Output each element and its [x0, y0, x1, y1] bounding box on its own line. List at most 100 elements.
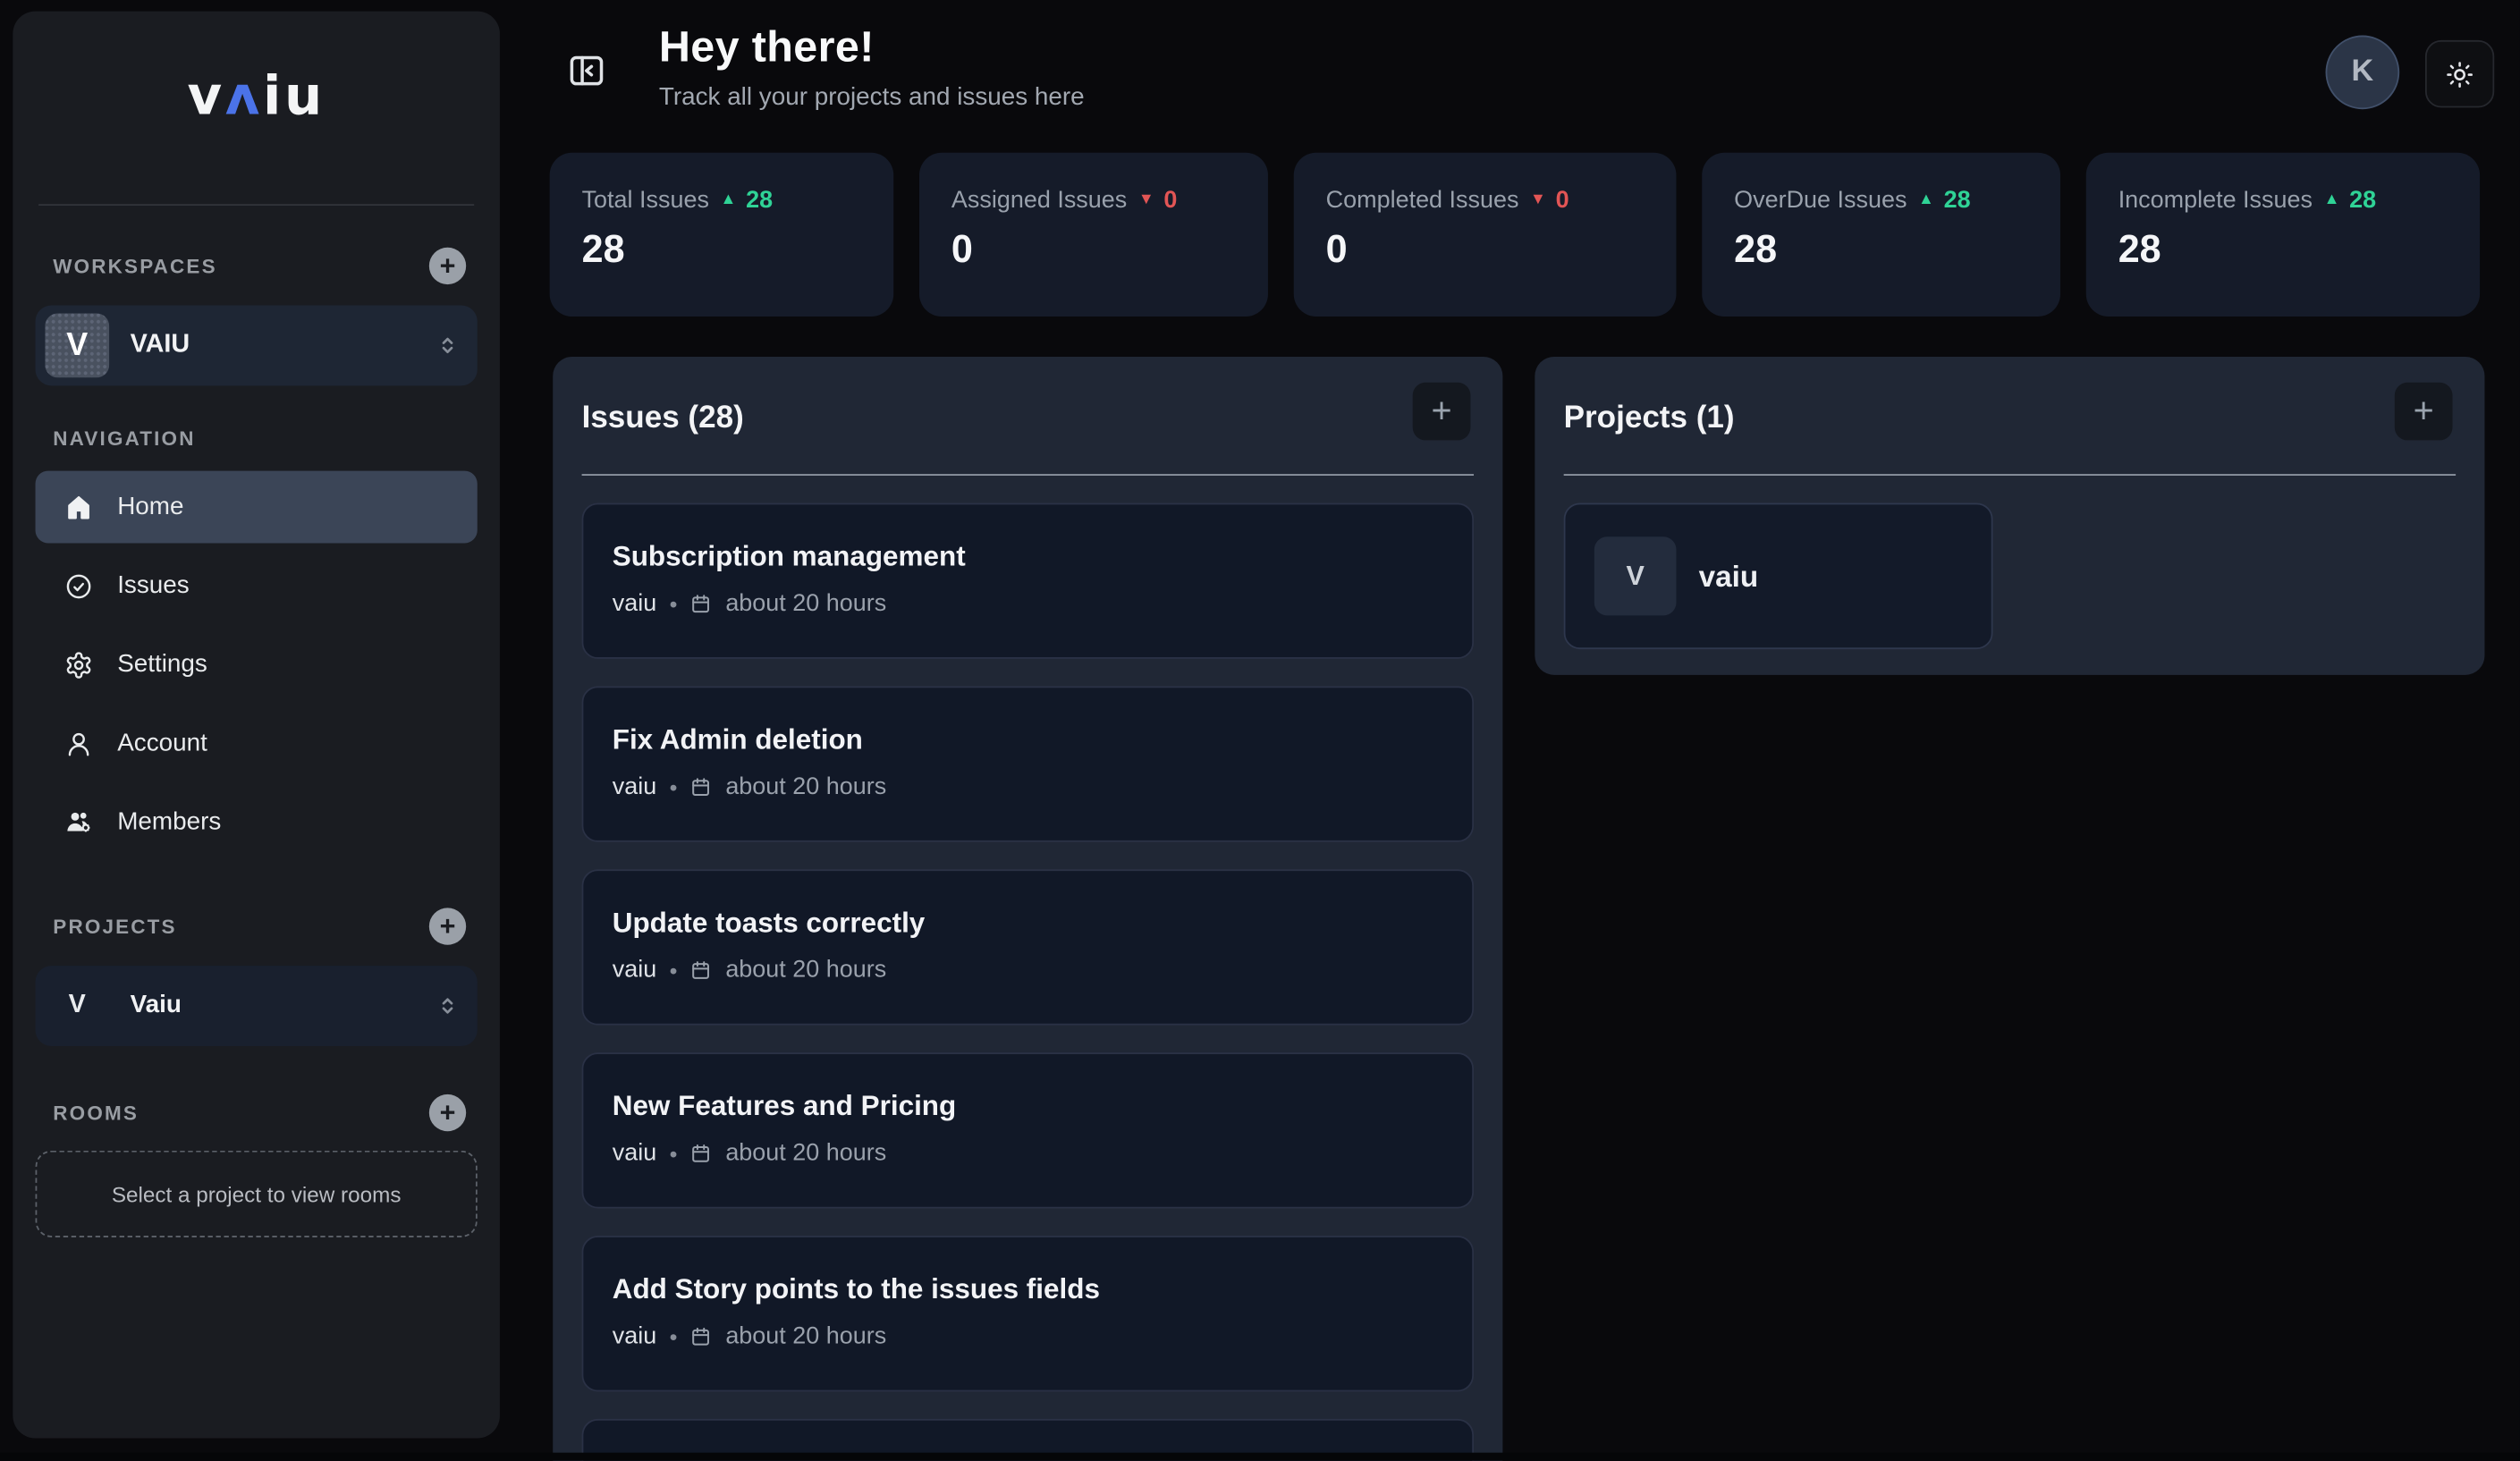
issue-project: vaiu [613, 590, 656, 618]
sidebar-item-account[interactable]: Account [36, 707, 478, 780]
sidebar-item-label: Issues [117, 571, 190, 600]
app: vʌiu WORKSPACES + V VAIU NAVIGATION Home [0, 0, 2520, 1461]
issue-card[interactable]: Fix Admin deletion vaiu•about 20 hours [582, 686, 1474, 841]
stats-row: Total Issues ▲28 28 Assigned Issues ▼0 0… [550, 153, 2480, 317]
panel-divider [1564, 474, 2456, 476]
issue-card[interactable]: Subscription management vaiu • about 20 ho… [582, 503, 1474, 659]
workspace-avatar: V [45, 313, 109, 377]
stat-card-incomplete-issues: Incomplete Issues ▲28 28 [2086, 153, 2480, 317]
brand-logo: vʌiu [13, 64, 500, 131]
project-card-name: vaiu [1699, 559, 1759, 595]
stat-card-overdue-issues: OverDue Issues ▲28 28 [1702, 153, 2060, 317]
stat-label: OverDue Issues [1734, 186, 1907, 214]
issue-card[interactable]: New Features and Pricing vaiu • about 20 h… [582, 1052, 1474, 1208]
stat-label: Completed Issues [1326, 186, 1519, 214]
add-issue-button[interactable]: + [1413, 383, 1471, 441]
sidebar: vʌiu WORKSPACES + V VAIU NAVIGATION Home [13, 12, 500, 1439]
issue-title: New Features and Pricing [613, 1089, 1441, 1123]
trend-up-icon: ▲ [2324, 191, 2340, 209]
stat-card-completed-issues: Completed Issues ▼0 0 [1294, 153, 1677, 317]
issue-project: vaiu [613, 773, 656, 800]
issue-time: about 20 hours [725, 956, 886, 984]
navigation-menu: Home Issues Settings Account [36, 471, 478, 858]
issues-panel: Issues (28) + Subscription management va… [553, 357, 1502, 1461]
rooms-empty-state: Select a project to view rooms [36, 1151, 478, 1237]
sidebar-divider [38, 204, 474, 206]
page-subtitle: Track all your projects and issues here [659, 83, 1085, 112]
stat-delta: 28 [2349, 186, 2376, 214]
logo-letter-v: v [188, 64, 225, 127]
stat-value: 28 [2118, 228, 2480, 273]
sidebar-toggle-button[interactable] [564, 48, 608, 92]
issue-time: about 20 hours [725, 590, 886, 618]
dot-separator: • [670, 1140, 678, 1166]
issue-project: vaiu [613, 1322, 656, 1350]
issue-title: Add Story points to the issues fields [613, 1272, 1441, 1306]
project-avatar: V [1594, 536, 1677, 615]
page-title: Hey there! [659, 22, 875, 72]
projects-panel: Projects (1) + V vaiu [1535, 357, 2484, 675]
projects-panel-title: Projects (1) [1564, 400, 1735, 436]
calendar-icon [690, 1142, 713, 1164]
navigation-label: NAVIGATION [53, 427, 195, 450]
calendar-icon [690, 1325, 713, 1347]
project-selector[interactable]: V Vaiu [36, 966, 478, 1046]
calendar-icon [690, 592, 713, 614]
issue-time: about 20 hours [725, 1139, 886, 1167]
issue-project: vaiu [613, 956, 656, 984]
users-gear-icon [64, 807, 93, 836]
add-project-button[interactable]: + [429, 908, 466, 944]
stat-label: Total Issues [582, 186, 709, 214]
workspace-selector[interactable]: V VAIU [36, 305, 478, 385]
dot-separator: • [670, 773, 678, 799]
sidebar-item-home[interactable]: Home [36, 471, 478, 544]
user-icon [64, 729, 93, 757]
panel-divider [582, 474, 1474, 476]
stat-card-assigned-issues: Assigned Issues ▼0 0 [919, 153, 1268, 317]
chevrons-up-down-icon [436, 991, 460, 1021]
stat-delta: 28 [746, 186, 773, 214]
stat-card-total-issues: Total Issues ▲ 28 28 [550, 153, 894, 317]
chevrons-up-down-icon [436, 330, 460, 360]
sidebar-item-issues[interactable]: Issues [36, 550, 478, 622]
stat-delta: 0 [1556, 186, 1569, 214]
sidebar-item-settings[interactable]: Settings [36, 629, 478, 701]
add-workspace-button[interactable]: + [429, 248, 466, 284]
stat-value: 28 [1734, 228, 2060, 273]
calendar-icon [690, 959, 713, 981]
add-project-panel-button[interactable]: + [2395, 383, 2453, 441]
user-avatar-button[interactable]: K [2326, 36, 2400, 110]
trend-down-icon: ▼ [1138, 191, 1154, 209]
rooms-label: ROOMS [53, 1102, 139, 1124]
add-room-button[interactable]: + [429, 1094, 466, 1131]
dot-separator: • [670, 957, 678, 983]
screen-bottom-edge [0, 1453, 2520, 1461]
issues-panel-title: Issues (28) [582, 400, 744, 436]
workspaces-label: WORKSPACES [53, 255, 216, 277]
issue-card[interactable]: Add Story points to the issues fields va… [582, 1236, 1474, 1391]
stat-delta: 28 [1944, 186, 1971, 214]
dot-separator: • [670, 590, 678, 616]
logo-letters-iu: iu [263, 64, 326, 127]
trend-up-icon: ▲ [721, 191, 737, 209]
sidebar-item-label: Home [117, 493, 183, 521]
workspace-name: VAIU [131, 331, 190, 359]
sidebar-item-label: Settings [117, 650, 207, 679]
stat-delta: 0 [1163, 186, 1177, 214]
stat-value: 28 [582, 228, 894, 273]
sidebar-item-members[interactable]: Members [36, 786, 478, 858]
sidebar-item-label: Members [117, 807, 221, 836]
project-card[interactable]: V vaiu [1564, 503, 1993, 650]
issue-time: about 20 hours [725, 1322, 886, 1350]
issue-title: Subscription management [613, 540, 1441, 574]
stat-value: 0 [1326, 228, 1677, 273]
theme-toggle-button[interactable] [2425, 40, 2494, 107]
gear-icon [64, 650, 93, 679]
issue-card[interactable]: Update toasts correctly vaiu • about 20 ho… [582, 869, 1474, 1025]
issue-title: Update toasts correctly [613, 907, 1441, 941]
dot-separator: • [670, 1323, 678, 1349]
issue-project: vaiu [613, 1139, 656, 1167]
panel-left-icon [565, 49, 607, 91]
sun-icon [2445, 59, 2475, 89]
logo-letter-a: ʌ [225, 64, 263, 127]
